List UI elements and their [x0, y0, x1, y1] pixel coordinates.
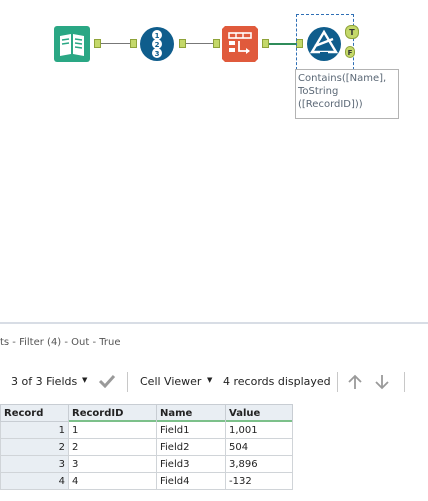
table-row[interactable]: 2 2 Field2 504 — [0, 438, 293, 456]
cell-viewer-dropdown[interactable]: Cell Viewer — [140, 375, 201, 388]
toolbar-divider — [404, 372, 405, 392]
value-cell[interactable]: 3,896 — [225, 455, 293, 473]
true-output-anchor[interactable]: T — [345, 25, 359, 39]
recordid-cell[interactable]: 2 — [68, 438, 157, 456]
connection-line — [269, 43, 296, 45]
results-table-wrap: Record RecordID Name Value 1 1 Field1 1,… — [0, 404, 428, 490]
name-cell[interactable]: Field2 — [156, 438, 226, 456]
table-row[interactable]: 3 3 Field3 3,896 — [0, 455, 293, 473]
record-cell: 4 — [0, 472, 69, 490]
input-anchor[interactable] — [213, 39, 220, 48]
table-row[interactable]: 1 1 Field1 1,001 — [0, 421, 293, 439]
value-cell[interactable]: 1,001 — [225, 421, 293, 439]
fields-dropdown[interactable]: 3 of 3 Fields — [11, 375, 77, 388]
chevron-down-icon[interactable]: ▼ — [207, 376, 212, 384]
results-title: ts - Filter (4) - Out - True — [0, 337, 121, 348]
checkmark-icon[interactable] — [98, 374, 116, 388]
value-cell[interactable]: -132 — [225, 472, 293, 490]
column-header-name[interactable]: Name — [156, 404, 226, 423]
column-header-value[interactable]: Value — [225, 404, 293, 423]
false-output-anchor[interactable]: F — [345, 46, 355, 58]
connection-line — [186, 43, 213, 44]
connection-line — [101, 43, 130, 44]
name-cell[interactable]: Field3 — [156, 455, 226, 473]
results-toolbar: 3 of 3 Fields ▼ Cell Viewer ▼ 4 records … — [0, 366, 428, 396]
toolbar-divider — [337, 372, 338, 392]
records-count: 4 records displayed — [223, 375, 331, 388]
svg-text:3: 3 — [155, 50, 160, 58]
book-icon — [54, 26, 90, 62]
record-cell: 3 — [0, 455, 69, 473]
input-anchor[interactable] — [130, 39, 137, 48]
output-anchor[interactable] — [262, 39, 269, 48]
output-anchor[interactable] — [94, 39, 101, 48]
table-row[interactable]: 4 4 Field4 -132 — [0, 472, 293, 490]
toolbar-divider — [127, 372, 128, 392]
chevron-down-icon[interactable]: ▼ — [82, 376, 87, 384]
recordid-cell[interactable]: 1 — [68, 421, 157, 439]
recordid-cell[interactable]: 3 — [68, 455, 157, 473]
arrow-down-icon[interactable] — [374, 374, 390, 390]
name-cell[interactable]: Field4 — [156, 472, 226, 490]
record-cell: 1 — [0, 421, 69, 439]
svg-text:1: 1 — [155, 32, 160, 40]
filter-triangle-icon — [307, 27, 341, 61]
column-header-record[interactable]: Record — [0, 404, 69, 422]
arrow-up-icon[interactable] — [347, 374, 363, 390]
column-header-recordid[interactable]: RecordID — [68, 404, 157, 423]
workflow-canvas[interactable]: 1 2 3 T F Contains([Name], ToString ([Re… — [0, 0, 428, 320]
select-fields-icon — [222, 26, 258, 62]
output-anchor[interactable] — [179, 39, 186, 48]
svg-text:2: 2 — [155, 41, 160, 49]
filter-tool[interactable] — [306, 26, 342, 62]
results-header: ts - Filter (4) - Out - True — [0, 322, 428, 358]
record-id-tool[interactable]: 1 2 3 — [139, 26, 175, 62]
filter-annotation: Contains([Name], ToString ([RecordID])) — [295, 69, 399, 119]
select-tool[interactable] — [222, 26, 258, 62]
input-data-tool[interactable] — [54, 26, 90, 62]
results-table: Record RecordID Name Value 1 1 Field1 1,… — [0, 404, 293, 490]
recordid-cell[interactable]: 4 — [68, 472, 157, 490]
numbered-list-icon: 1 2 3 — [140, 27, 174, 61]
name-cell[interactable]: Field1 — [156, 421, 226, 439]
value-cell[interactable]: 504 — [225, 438, 293, 456]
record-cell: 2 — [0, 438, 69, 456]
